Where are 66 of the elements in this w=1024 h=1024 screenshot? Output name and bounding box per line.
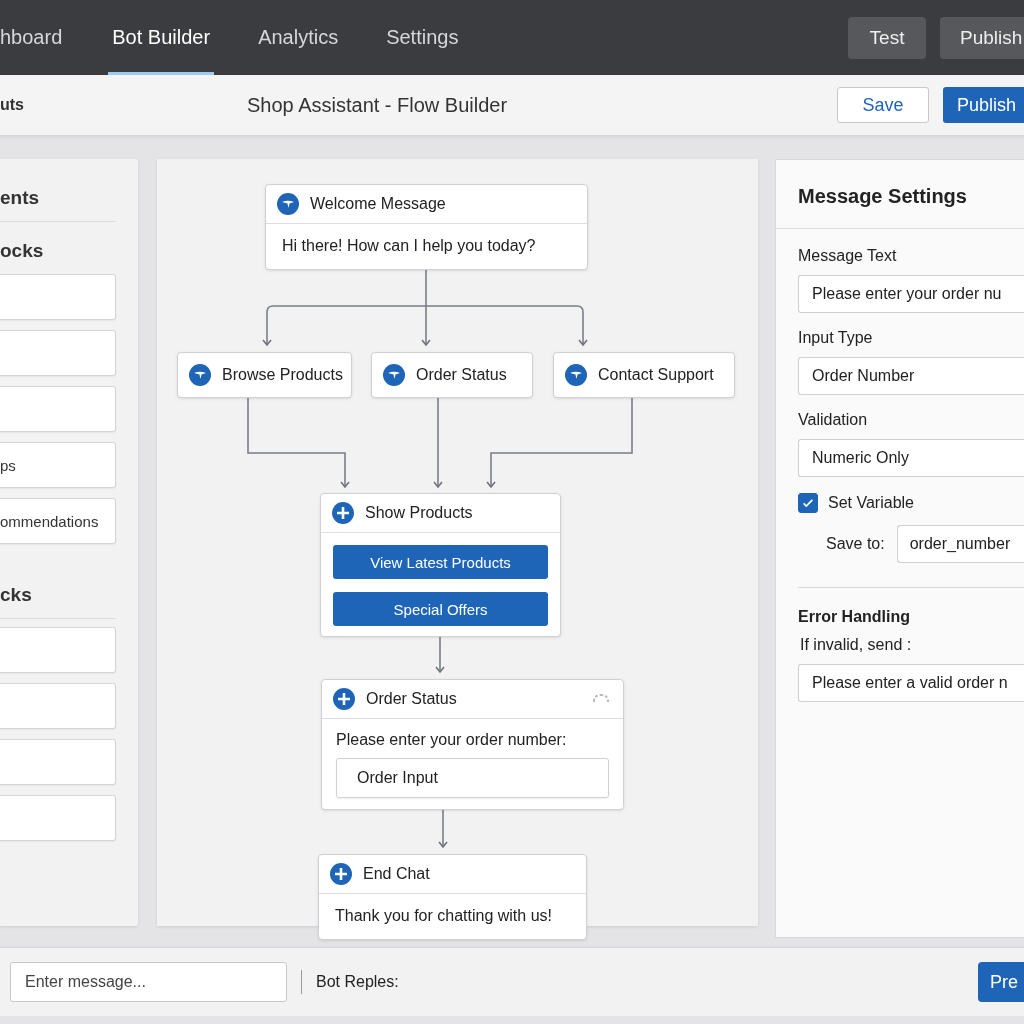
block-item[interactable] <box>0 274 116 320</box>
block-item[interactable] <box>0 795 116 841</box>
bot-icon <box>382 363 406 387</box>
group-title: cks <box>0 584 116 619</box>
block-item[interactable] <box>0 683 116 729</box>
add-icon <box>329 862 353 886</box>
reply-button[interactable]: Special Offers <box>333 592 548 626</box>
bot-icon <box>188 363 212 387</box>
flow-node[interactable]: End Chat Thank you for chatting with us! <box>318 854 587 940</box>
field-label: Message Text <box>798 247 898 265</box>
reply-button[interactable]: View Latest Products <box>333 545 548 579</box>
add-icon <box>332 687 356 711</box>
nav-tab[interactable]: hboard <box>0 0 67 75</box>
node-message: Please enter your order number: <box>336 731 568 749</box>
input-field[interactable]: Order Number <box>798 357 1024 395</box>
nav-tab[interactable]: Analytics <box>254 0 343 75</box>
input-field[interactable]: Please enter a valid order n <box>798 664 1024 702</box>
field-label: Validation <box>798 411 869 429</box>
block-item[interactable] <box>0 627 116 673</box>
page-title: Shop Assistant - Flow Builder <box>247 93 509 117</box>
block-item[interactable] <box>0 739 116 785</box>
publish-button[interactable]: Publish <box>940 16 1024 59</box>
input-field[interactable]: Numeric Only <box>798 439 1024 477</box>
input-field[interactable]: order_number <box>896 525 1024 563</box>
input-field[interactable]: Order Input <box>336 758 609 798</box>
block-item[interactable]: ommendations <box>0 498 116 544</box>
checkbox[interactable] <box>798 493 818 513</box>
field-label: Save to: <box>826 535 885 553</box>
block-item[interactable] <box>0 386 116 432</box>
flow-node[interactable]: Order Status Please enter your order number: Order Input <box>321 679 624 810</box>
bot-replies-label: Bot Reples: <box>316 973 400 991</box>
preview-button[interactable]: Pre <box>978 962 1024 1002</box>
flow-node[interactable]: Welcome Message Hi there! How can I help you today? <box>265 184 588 270</box>
panel-title: Message Settings <box>776 160 1024 229</box>
add-icon <box>331 501 355 525</box>
section-title: Error Handling <box>798 608 911 626</box>
connector-arrow <box>438 809 448 848</box>
message-input[interactable]: Enter message... <box>10 962 287 1002</box>
field-label: Input Type <box>798 329 874 347</box>
flow-node[interactable]: Browse Products <box>177 352 352 398</box>
input-field[interactable]: Please enter your order nu <box>798 275 1024 313</box>
node-title: Contact Support <box>598 366 715 384</box>
bot-icon <box>564 363 588 387</box>
node-title: Order Status <box>366 690 458 708</box>
node-title: Order Status <box>416 366 508 384</box>
node-title: Browse Products <box>222 366 343 384</box>
flow-node[interactable]: Show Products View Latest Products Special Offers <box>320 493 561 637</box>
block-item[interactable]: ps <box>0 442 116 488</box>
section-title: uts <box>0 96 25 114</box>
nav-tab[interactable]: Settings <box>382 0 463 75</box>
block-item[interactable] <box>0 330 116 376</box>
save-button[interactable]: Save <box>837 87 929 123</box>
checkbox-label: Set Variable <box>828 494 914 512</box>
flow-node[interactable]: Contact Support <box>553 352 735 398</box>
node-title: Show Products <box>365 504 474 522</box>
field-label: If invalid, send : <box>800 636 913 654</box>
node-message: Hi there! How can I help you today? <box>281 236 537 256</box>
panel-title: ents <box>0 159 116 222</box>
publish-button[interactable]: Publish <box>943 87 1024 123</box>
bot-icon <box>276 192 300 216</box>
node-message: Thank you for chatting with us! <box>334 906 553 926</box>
group-title: ocks <box>0 240 45 263</box>
node-title: End Chat <box>363 865 431 883</box>
test-button[interactable]: Test <box>848 16 926 59</box>
node-title: Welcome Message <box>310 195 447 213</box>
flow-node[interactable]: Order Status <box>371 352 533 398</box>
